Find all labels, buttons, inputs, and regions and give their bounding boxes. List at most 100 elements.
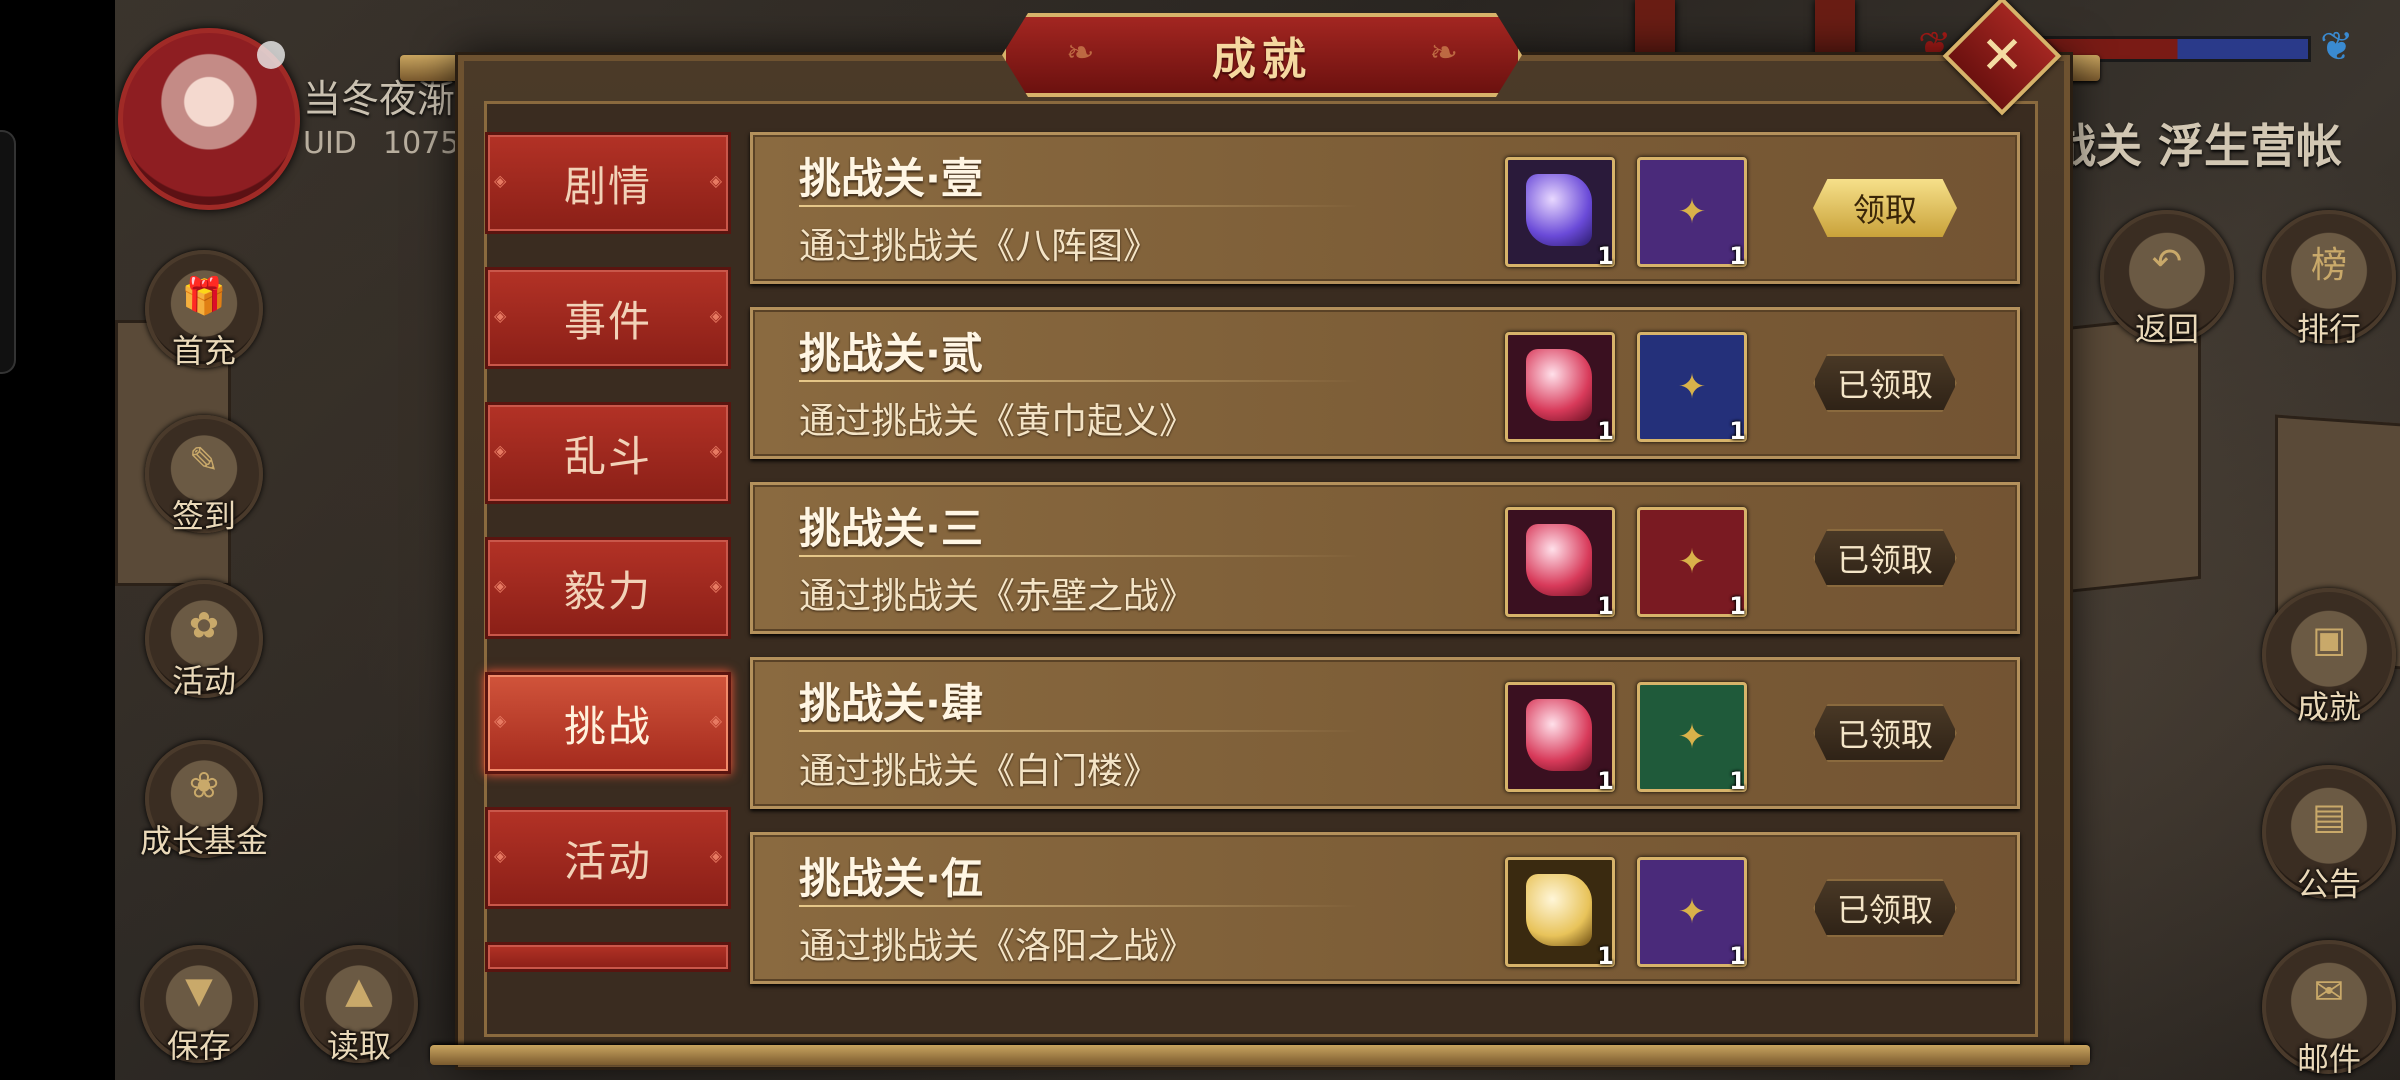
screen-notch xyxy=(0,130,16,374)
ornament-icon: ◈ xyxy=(494,846,507,865)
tab-challenge[interactable]: ◈ 挑战 ◈ xyxy=(485,672,731,774)
ornament-icon: ◈ xyxy=(494,306,507,325)
reward-slot[interactable]: 1 xyxy=(1505,332,1615,445)
ranking-button[interactable]: 榜 排行 xyxy=(2262,210,2396,348)
achievement-row: 挑战关·壹 通过挑战关《八阵图》 1 ✦ 1 领取 xyxy=(750,132,2020,284)
reward-slot[interactable]: 1 xyxy=(1505,857,1615,970)
claim-button[interactable]: 领取 xyxy=(1813,179,1957,237)
claimed-button[interactable]: 已领取 xyxy=(1813,354,1957,412)
tab-activity[interactable]: ◈ 活动 ◈ xyxy=(485,807,731,909)
blue-book-icon: ✦ xyxy=(1677,367,1707,407)
ornament-icon: ◈ xyxy=(709,171,722,190)
ornament-icon: ◈ xyxy=(709,711,722,730)
side-label: 保存 xyxy=(166,1027,232,1065)
avatar[interactable] xyxy=(118,28,300,210)
reward-quantity: 1 xyxy=(1597,767,1614,795)
tab-partial[interactable] xyxy=(485,942,731,972)
blue-bird-icon: ❦ xyxy=(2320,24,2354,70)
row-divider xyxy=(799,205,1359,207)
row-divider xyxy=(799,905,1359,907)
cloud-ornament-icon: ❧ xyxy=(1066,33,1095,73)
reward-slot[interactable]: ✦ 1 xyxy=(1637,507,1747,620)
tab-label: 毅力 xyxy=(563,566,652,616)
reward-slot[interactable]: ✦ 1 xyxy=(1637,682,1747,795)
achievement-title: 挑战关·壹 xyxy=(799,154,983,203)
pillar xyxy=(1635,0,1675,60)
tab-label: 活动 xyxy=(563,836,652,886)
tab-brawl[interactable]: ◈ 乱斗 ◈ xyxy=(485,402,731,504)
achievement-button[interactable]: ▣ 成就 xyxy=(2262,588,2396,726)
row-divider xyxy=(799,555,1359,557)
ornament-icon: ◈ xyxy=(494,576,507,595)
purple-book-icon: ✦ xyxy=(1677,192,1707,232)
tab-perseverance[interactable]: ◈ 毅力 ◈ xyxy=(485,537,731,639)
tab-label: 乱斗 xyxy=(563,431,652,481)
achievement-row: 挑战关·贰 通过挑战关《黄巾起义》 1 ✦ 1 已领取 xyxy=(750,307,2020,459)
reward-slot[interactable]: 1 xyxy=(1505,682,1615,795)
reward-slot[interactable]: ✦ 1 xyxy=(1637,332,1747,445)
growth-fund-button[interactable]: ❀ 成长基金 xyxy=(140,740,268,860)
row-divider xyxy=(799,380,1359,382)
purple-book-icon: ✦ xyxy=(1677,892,1707,932)
save-button[interactable]: ▼ 保存 xyxy=(140,945,258,1065)
reward-quantity: 1 xyxy=(1729,767,1746,795)
mail-button[interactable]: ✉ 邮件 xyxy=(2262,940,2396,1078)
reward-quantity: 1 xyxy=(1597,592,1614,620)
reward-quantity: 1 xyxy=(1729,942,1746,970)
wooden-board xyxy=(2065,312,2201,594)
ornament-icon: ◈ xyxy=(494,171,507,190)
row-divider xyxy=(799,730,1359,732)
side-label: 签到 xyxy=(171,497,237,535)
gift-icon: 🎁 xyxy=(181,275,227,317)
location-title: 战关 浮生营帐 xyxy=(2050,119,2343,173)
achievement-title: 挑战关·三 xyxy=(799,504,983,553)
ornament-icon: ◈ xyxy=(709,846,722,865)
side-label: 排行 xyxy=(2296,310,2362,348)
activity-button[interactable]: ✿ 活动 xyxy=(145,580,263,700)
achievement-title: 挑战关·伍 xyxy=(799,854,983,903)
first-recharge-button[interactable]: 🎁 首充 xyxy=(145,250,263,370)
ranking-icon: 榜 xyxy=(2310,244,2348,286)
achievement-description: 通过挑战关《赤壁之战》 xyxy=(799,576,1196,617)
side-label: 首充 xyxy=(171,332,237,370)
red-gem-icon xyxy=(1526,524,1592,596)
return-button[interactable]: ↶ 返回 xyxy=(2100,210,2234,348)
achievement-title: 挑战关·肆 xyxy=(799,679,983,728)
dialog-bottom-rail xyxy=(430,1045,2090,1065)
save-icon: ▼ xyxy=(185,970,213,1012)
reward-slot[interactable]: 1 xyxy=(1505,507,1615,620)
side-label: 读取 xyxy=(326,1027,392,1065)
tab-label: 事件 xyxy=(563,296,652,346)
notice-button[interactable]: ▤ 公告 xyxy=(2262,765,2396,903)
gold-gem-icon xyxy=(1526,874,1592,946)
tab-event[interactable]: ◈ 事件 ◈ xyxy=(485,267,731,369)
side-label: 公告 xyxy=(2296,865,2362,903)
ornament-icon: ◈ xyxy=(709,441,722,460)
checkin-button[interactable]: ✎ 签到 xyxy=(145,415,263,535)
claimed-button[interactable]: 已领取 xyxy=(1813,704,1957,762)
reward-slot[interactable]: ✦ 1 xyxy=(1637,157,1747,270)
side-label: 返回 xyxy=(2134,310,2200,348)
achievement-description: 通过挑战关《白门楼》 xyxy=(799,751,1160,792)
claimed-button[interactable]: 已领取 xyxy=(1813,879,1957,937)
achievement-row: 挑战关·伍 通过挑战关《洛阳之战》 1 ✦ 1 已领取 xyxy=(750,832,2020,984)
side-label: 活动 xyxy=(171,662,237,700)
tab-story[interactable]: ◈ 剧情 ◈ xyxy=(485,132,731,234)
ornament-icon: ◈ xyxy=(709,576,722,595)
red-gem-icon xyxy=(1526,349,1592,421)
achievement-title: 挑战关·贰 xyxy=(799,329,983,378)
fund-icon: ❀ xyxy=(188,765,220,807)
tab-label: 剧情 xyxy=(563,161,652,211)
dialog-title-plate: ❧ 成就 ❧ xyxy=(1002,13,1522,97)
reward-quantity: 1 xyxy=(1597,417,1614,445)
reward-slot[interactable]: 1 xyxy=(1505,157,1615,270)
avatar-badge xyxy=(257,41,285,69)
load-button[interactable]: ▲ 读取 xyxy=(300,945,418,1065)
notice-icon: ▤ xyxy=(2311,796,2347,838)
reward-quantity: 1 xyxy=(1597,942,1614,970)
ornament-icon: ◈ xyxy=(494,711,507,730)
claimed-button[interactable]: 已领取 xyxy=(1813,529,1957,587)
reward-slot[interactable]: ✦ 1 xyxy=(1637,857,1747,970)
return-icon: ↶ xyxy=(2151,241,2183,283)
dialog-title: 成就 xyxy=(1212,34,1312,85)
